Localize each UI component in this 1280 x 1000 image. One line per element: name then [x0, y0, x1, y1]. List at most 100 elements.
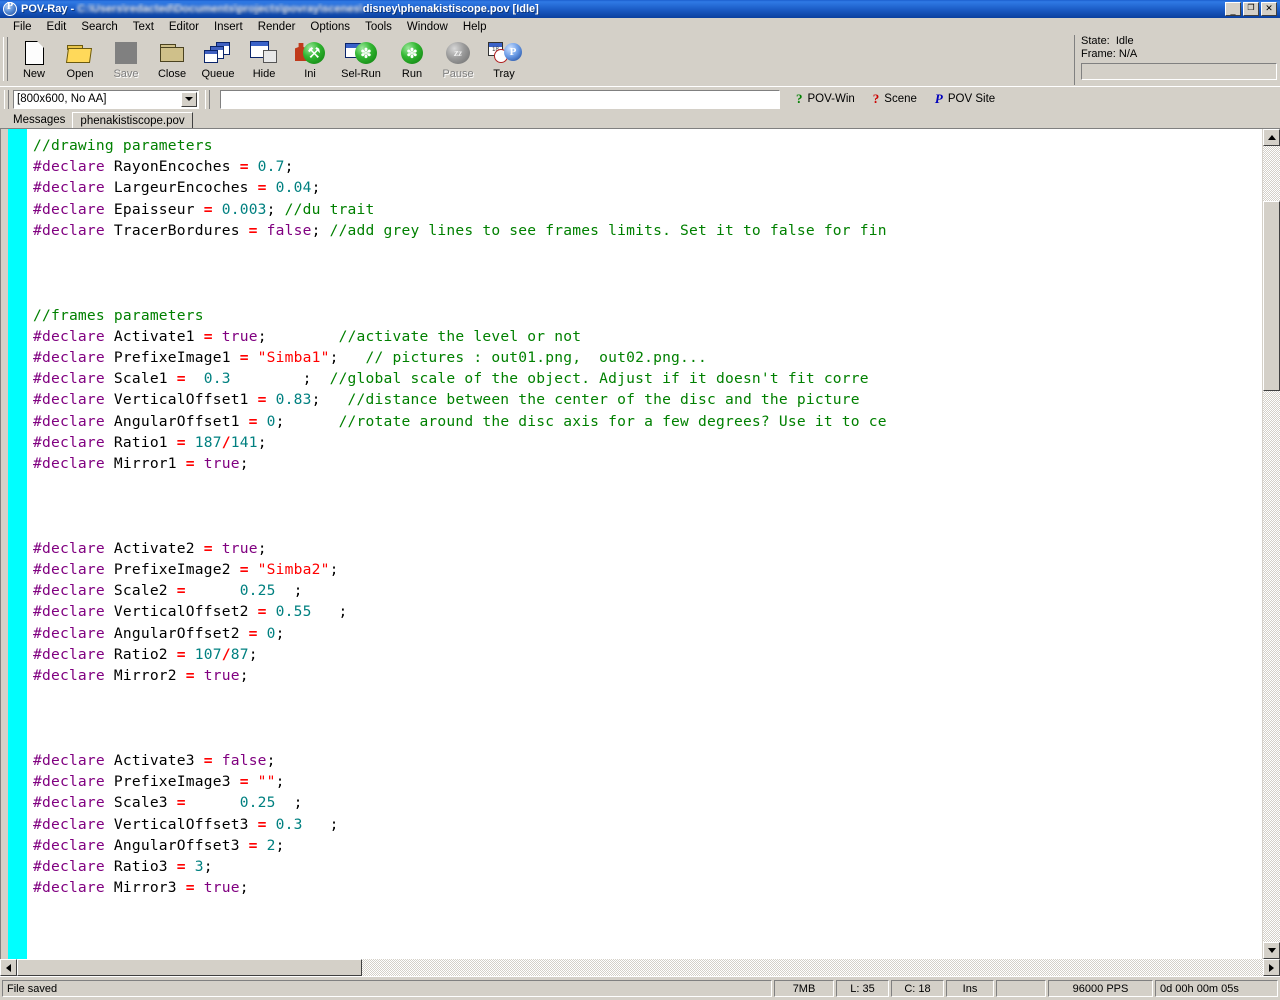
code-token: ;	[329, 561, 339, 579]
code-token: =	[257, 603, 267, 621]
code-token: //drawing parameters	[33, 137, 213, 154]
toolbar-ini-button[interactable]: Ini	[287, 37, 333, 80]
minimize-button[interactable]: _	[1225, 2, 1241, 16]
render-state-panel: State: Idle Frame: N/A	[1074, 35, 1280, 85]
menu-render-label: Render	[257, 20, 296, 33]
window-title-suffix: disney\phenakistiscope.pov [Idle]	[362, 3, 539, 15]
code-token: ;	[311, 391, 348, 409]
code-token: //du trait	[284, 200, 375, 218]
pause-zzz-icon: zz	[442, 38, 474, 68]
code-token: AngularOffset3	[104, 836, 249, 854]
povray-p-blue-icon: P	[934, 91, 943, 106]
code-token: #declare	[33, 645, 105, 663]
menu-editor-label: Editor	[168, 20, 199, 33]
menu-insert[interactable]: Insert	[207, 20, 251, 34]
chevron-down-icon[interactable]	[181, 91, 197, 107]
code-token: #declare	[33, 603, 105, 621]
status-line: L: 35	[836, 980, 889, 997]
menu-edit-label: Edit	[46, 20, 67, 33]
code-token: /	[221, 433, 231, 451]
scroll-left-button[interactable]	[0, 959, 17, 976]
restore-button[interactable]: ❐	[1243, 2, 1259, 16]
toolbar-pause-button: zz Pause	[435, 37, 481, 80]
toolbar-hide-button[interactable]: Hide	[241, 37, 287, 80]
toolbar-open-button[interactable]: Open	[57, 37, 103, 80]
close-folder-icon	[156, 38, 188, 68]
editor-gutter[interactable]	[8, 129, 27, 959]
code-token: =	[176, 794, 186, 812]
help-link-scene[interactable]: ? Scene	[873, 91, 917, 107]
toolbar-sel-run-button[interactable]: Sel-Run	[333, 37, 389, 80]
povray-application-window: POV-Ray - C:\Users\redacted\Documents\pr…	[0, 0, 1280, 1000]
code-token: //add grey lines to see frames limits. S…	[329, 221, 887, 239]
menu-edit[interactable]: Edit	[40, 20, 75, 34]
code-token: ;	[230, 370, 330, 388]
render-resolution-value: [800x600, No AA]	[17, 93, 107, 105]
menu-tools[interactable]: Tools	[358, 20, 400, 34]
menu-text[interactable]: Text	[126, 20, 162, 34]
status-message: File saved	[2, 980, 772, 997]
code-token: Epaisseur	[104, 200, 204, 218]
toolbar-close-button[interactable]: Close	[149, 37, 195, 80]
scroll-down-button[interactable]	[1263, 942, 1280, 959]
code-token: true	[194, 667, 240, 685]
editor-left-border	[0, 129, 8, 959]
code-token: ;	[311, 603, 348, 621]
toolbar-grip[interactable]	[3, 37, 8, 81]
tab-messages[interactable]: Messages	[6, 112, 73, 128]
close-button[interactable]: ✕	[1261, 2, 1277, 16]
code-token: Scale3	[104, 794, 177, 812]
code-token: ;	[257, 327, 339, 345]
menu-search[interactable]: Search	[74, 20, 125, 34]
help-link-pov-site[interactable]: P POV Site	[935, 91, 995, 107]
status-insert-mode[interactable]: Ins	[946, 980, 994, 997]
toolbar-new-button[interactable]: New	[11, 37, 57, 80]
help-link-pov-win[interactable]: ? POV-Win	[796, 91, 855, 107]
code-token: Scale2	[104, 582, 177, 600]
code-token: VerticalOffset1	[104, 391, 258, 409]
scroll-up-button[interactable]	[1263, 129, 1280, 146]
code-token: true	[194, 879, 240, 897]
code-token: false	[212, 751, 267, 769]
render-options-grip[interactable]	[4, 89, 9, 109]
command-line-grip[interactable]	[205, 89, 210, 109]
code-token: #declare	[33, 200, 105, 218]
code-token: //frames parameters	[33, 306, 204, 324]
menu-help[interactable]: Help	[456, 20, 495, 34]
editor-code-area[interactable]: //drawing parameters #declare RayonEncoc…	[27, 129, 1262, 959]
code-token: =	[185, 455, 195, 473]
menu-file[interactable]: File	[6, 20, 40, 34]
horizontal-scroll-thumb[interactable]	[17, 959, 362, 976]
code-token: #declare	[33, 751, 105, 769]
sel-run-icon	[345, 38, 377, 68]
menu-window[interactable]: Window	[400, 20, 456, 34]
menu-render[interactable]: Render	[251, 20, 304, 34]
render-resolution-dropdown[interactable]: [800x600, No AA]	[13, 89, 199, 109]
toolbar-tray-button[interactable]: 18 P Tray	[481, 37, 527, 80]
source-code-text[interactable]: //drawing parameters #declare RayonEncoc…	[27, 129, 1262, 959]
vertical-scroll-thumb[interactable]	[1263, 201, 1280, 391]
code-token: #declare	[33, 391, 105, 409]
toolbar-buttons: New Open Save Close Queue Hide ⚒ Ini ✽ S…	[11, 35, 527, 86]
code-token: #declare	[33, 455, 105, 473]
code-token: ;	[284, 158, 294, 176]
toolbar-open-label: Open	[66, 68, 94, 80]
code-token: =	[176, 582, 186, 600]
code-token: =	[185, 879, 195, 897]
code-token: ;	[302, 815, 339, 833]
code-token: =	[239, 561, 249, 579]
scroll-right-button[interactable]	[1263, 959, 1280, 976]
code-token: =	[248, 836, 258, 854]
tab-phenakistiscope-pov[interactable]: phenakistiscope.pov	[72, 112, 193, 128]
code-token: ;	[311, 179, 321, 197]
editor-vertical-scrollbar[interactable]	[1262, 129, 1280, 959]
toolbar-run-button[interactable]: Run	[389, 37, 435, 80]
toolbar-queue-button[interactable]: Queue	[195, 37, 241, 80]
code-token: ;	[275, 412, 339, 430]
command-line-input[interactable]	[220, 89, 780, 109]
editor-horizontal-scrollbar[interactable]	[0, 959, 1280, 976]
menu-editor[interactable]: Editor	[162, 20, 207, 34]
help-question-red-icon: ?	[872, 91, 880, 106]
menu-options[interactable]: Options	[303, 20, 358, 34]
tab-messages-label: Messages	[13, 114, 66, 126]
